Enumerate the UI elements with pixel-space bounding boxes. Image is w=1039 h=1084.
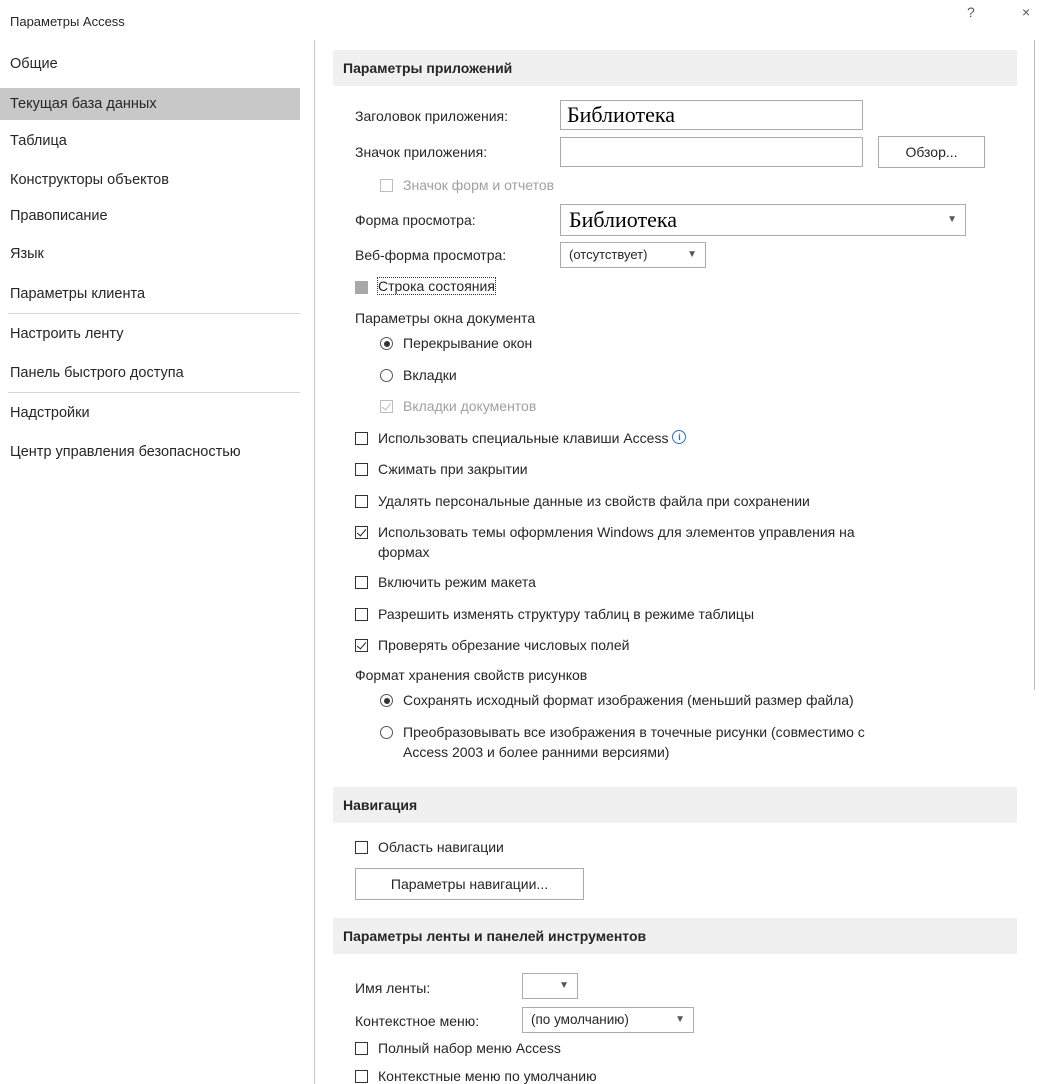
full-menus-checkbox[interactable]: [355, 1042, 368, 1055]
sidebar-item-add-ins[interactable]: Надстройки: [0, 397, 300, 429]
display-form-label: Форма просмотра:: [355, 212, 476, 228]
display-form-dropdown[interactable]: Библиотека ▼: [560, 204, 966, 236]
web-form-dropdown[interactable]: (отсутствует) ▼: [560, 242, 706, 268]
web-form-label: Веб-форма просмотра:: [355, 247, 507, 263]
chevron-down-icon: ▼: [559, 980, 569, 991]
tabbed-documents-label[interactable]: Вкладки: [403, 367, 457, 383]
chevron-down-icon: ▼: [675, 1014, 685, 1025]
sidebar-item-general[interactable]: Общие: [0, 48, 300, 80]
shortcut-menu-value: (по умолчанию): [531, 1012, 629, 1027]
ribbon-name-dropdown[interactable]: ▼: [522, 973, 578, 999]
section-heading-navigation: Навигация: [333, 787, 1017, 823]
window-title: Параметры Access: [10, 14, 125, 29]
truncated-fields-label[interactable]: Проверять обрезание числовых полей: [378, 637, 629, 653]
design-changes-label[interactable]: Разрешить изменять структуру таблиц в ре…: [378, 606, 754, 622]
overlapping-windows-label[interactable]: Перекрывание окон: [403, 335, 532, 351]
special-keys-checkbox[interactable]: [355, 432, 368, 445]
ribbon-name-label: Имя ленты:: [355, 980, 431, 996]
help-icon[interactable]: ?: [967, 4, 975, 20]
windows-themes-label-line1[interactable]: Использовать темы оформления Windows для…: [378, 524, 855, 540]
sidebar-item-current-database[interactable]: Текущая база данных: [0, 88, 300, 120]
sidebar-item-language[interactable]: Язык: [0, 238, 300, 270]
status-bar-checkbox[interactable]: [355, 281, 368, 294]
sidebar-item-trust-center[interactable]: Центр управления безопасностью: [0, 436, 300, 468]
sidebar-item-object-designers[interactable]: Конструкторы объектов: [0, 164, 300, 196]
shortcut-menu-dropdown[interactable]: (по умолчанию) ▼: [522, 1007, 694, 1033]
sidebar-item-datasheet[interactable]: Таблица: [0, 125, 300, 157]
app-icon-input[interactable]: [560, 137, 863, 167]
sidebar: Общие Текущая база данных Таблица Констр…: [0, 40, 300, 1084]
convert-bitmaps-radio[interactable]: [380, 726, 393, 739]
title-bar: Параметры Access ? ×: [0, 0, 1039, 40]
app-title-input[interactable]: Библиотека: [560, 100, 863, 130]
info-icon: i: [672, 430, 687, 444]
preserve-format-label[interactable]: Сохранять исходный формат изображения (м…: [403, 692, 854, 708]
nav-pane-checkbox[interactable]: [355, 841, 368, 854]
sidebar-item-customize-ribbon[interactable]: Настроить ленту: [0, 318, 300, 350]
windows-themes-checkbox[interactable]: [355, 526, 368, 539]
remove-personal-info-checkbox[interactable]: [355, 495, 368, 508]
display-form-value: Библиотека: [569, 207, 678, 232]
section-heading-ribbon-options: Параметры ленты и панелей инструментов: [333, 918, 1017, 954]
convert-bitmaps-label-line2[interactable]: Access 2003 и более ранними версиями): [403, 744, 669, 760]
default-shortcut-menus-label[interactable]: Контекстные меню по умолчанию: [378, 1068, 597, 1084]
app-title-label: Заголовок приложения:: [355, 108, 509, 124]
chevron-down-icon: ▼: [687, 249, 697, 260]
picture-format-label: Формат хранения свойств рисунков: [355, 667, 588, 683]
convert-bitmaps-label-line1[interactable]: Преобразовывать все изображения в точечн…: [403, 724, 865, 740]
nav-pane-label[interactable]: Область навигации: [378, 839, 504, 855]
overlapping-windows-radio[interactable]: [380, 337, 393, 350]
truncated-fields-checkbox[interactable]: [355, 639, 368, 652]
forms-reports-icon-checkbox: [380, 179, 393, 192]
doc-window-options-label: Параметры окна документа: [355, 310, 536, 326]
chevron-down-icon: ▼: [947, 214, 957, 225]
full-menus-label[interactable]: Полный набор меню Access: [378, 1040, 561, 1056]
shortcut-menu-label: Контекстное меню:: [355, 1013, 480, 1029]
compact-on-close-checkbox[interactable]: [355, 463, 368, 476]
document-tabs-label: Вкладки документов: [403, 398, 537, 414]
scrollbar[interactable]: [1034, 40, 1035, 690]
document-tabs-checkbox: [380, 400, 393, 413]
sidebar-item-client-settings[interactable]: Параметры клиента: [0, 278, 300, 310]
app-icon-label: Значок приложения:: [355, 144, 488, 160]
web-form-value: (отсутствует): [569, 247, 648, 262]
windows-themes-label-line2[interactable]: формах: [378, 544, 430, 560]
sidebar-item-proofing[interactable]: Правописание: [0, 200, 300, 232]
section-heading-app-options: Параметры приложений: [333, 50, 1017, 86]
forms-reports-icon-label: Значок форм и отчетов: [403, 177, 555, 193]
remove-personal-info-label[interactable]: Удалять персональные данные из свойств ф…: [378, 493, 810, 509]
special-keys-label: Использовать специальные клавиши Access: [378, 430, 669, 446]
design-changes-checkbox[interactable]: [355, 608, 368, 621]
sidebar-item-quick-access-toolbar[interactable]: Панель быстрого доступа: [0, 357, 300, 389]
tabbed-documents-radio[interactable]: [380, 369, 393, 382]
layout-view-checkbox[interactable]: [355, 576, 368, 589]
options-content: Параметры приложений Заголовок приложени…: [315, 40, 1039, 1084]
preserve-format-radio[interactable]: [380, 694, 393, 707]
default-shortcut-menus-checkbox[interactable]: [355, 1070, 368, 1083]
close-icon[interactable]: ×: [1022, 4, 1030, 20]
special-keys-text[interactable]: Использовать специальные клавиши Access i: [378, 430, 687, 446]
status-bar-label[interactable]: Строка состояния: [377, 277, 496, 295]
sidebar-divider: [8, 392, 300, 393]
browse-button[interactable]: Обзор...: [878, 136, 985, 168]
navigation-options-button[interactable]: Параметры навигации...: [355, 868, 584, 900]
compact-on-close-label[interactable]: Сжимать при закрытии: [378, 461, 528, 477]
layout-view-label[interactable]: Включить режим макета: [378, 574, 536, 590]
sidebar-divider: [8, 313, 300, 314]
